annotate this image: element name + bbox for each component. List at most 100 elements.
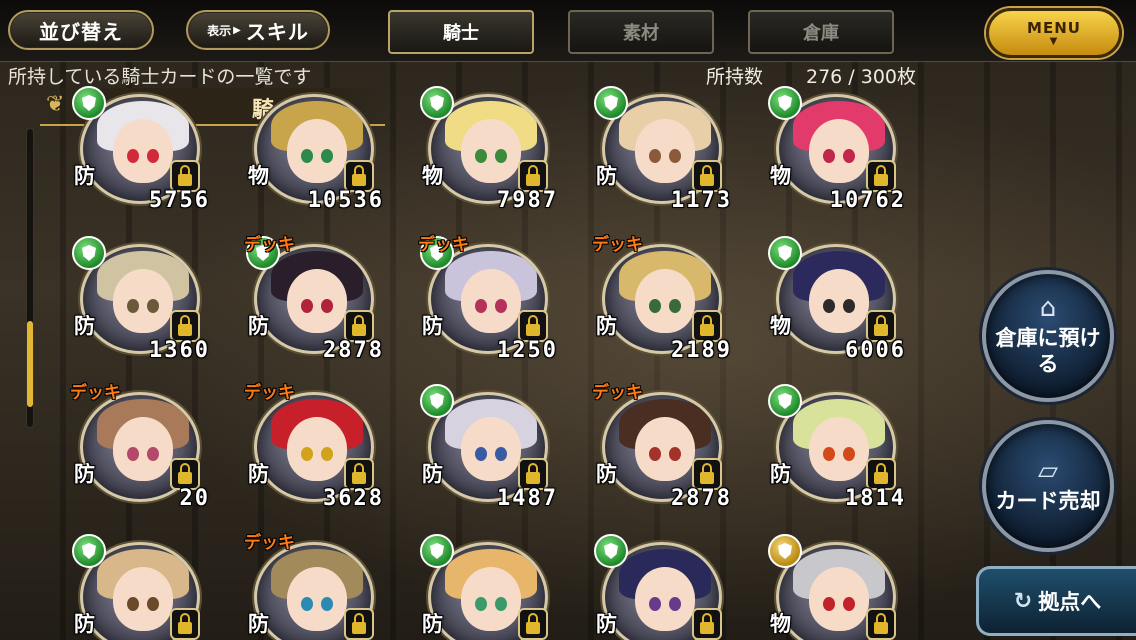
display-value: スキル (245, 19, 309, 44)
lock-icon[interactable] (866, 608, 896, 640)
knight-card[interactable]: 防 2878 デッキ (244, 234, 394, 374)
portrait-eye (649, 447, 661, 461)
card-power-value: 10536 (307, 188, 384, 213)
top-bar: 並び替え 表示 ▶ スキル 騎士 素材 倉庫 MENU ▼ (0, 0, 1136, 62)
portrait-eye (475, 149, 487, 163)
go-to-base-button[interactable]: ↻ 拠点へ (976, 566, 1136, 636)
portrait-eye (147, 299, 159, 313)
knight-card[interactable]: 防 1250 デッキ (418, 234, 568, 374)
card-type-label: 防 (74, 164, 95, 188)
deck-tag: デッキ (244, 235, 295, 255)
knight-card[interactable]: 防 2189 デッキ (592, 234, 742, 374)
shield-icon (420, 534, 454, 568)
shield-icon (420, 86, 454, 120)
portrait-eye (843, 149, 855, 163)
knight-card[interactable]: 防 2878 デッキ (592, 382, 742, 522)
sell-card-button[interactable]: ▱ カード売却 (982, 420, 1114, 552)
card-power-value: 6006 (845, 338, 906, 363)
portrait-eye (475, 299, 487, 313)
knight-card[interactable]: 物 (766, 532, 916, 640)
portrait-face (113, 567, 173, 631)
shield-icon (72, 86, 106, 120)
card-type-label: 防 (422, 612, 443, 636)
knight-card[interactable]: 物 10536 (244, 84, 394, 224)
card-power-value: 1250 (497, 338, 558, 363)
knight-card[interactable]: 防 (70, 532, 220, 640)
menu-button[interactable]: MENU ▼ (986, 8, 1122, 58)
shield-icon (594, 534, 628, 568)
card-power-value: 1814 (845, 486, 906, 511)
portrait-eye (843, 447, 855, 461)
portrait-face (287, 119, 347, 183)
knight-card[interactable]: 防 1487 (418, 382, 568, 522)
card-power-value: 2189 (671, 338, 732, 363)
portrait-eye (301, 149, 313, 163)
ornament-icon: ❦ (46, 92, 65, 117)
tab-storage[interactable]: 倉庫 (748, 10, 894, 54)
knight-card[interactable]: 物 10762 (766, 84, 916, 224)
deck-tag: デッキ (592, 383, 643, 403)
lock-icon[interactable] (344, 608, 374, 640)
house-icon: ⌂ (1039, 293, 1057, 323)
portrait-eye (669, 447, 681, 461)
portrait-eye (823, 447, 835, 461)
card-type-label: 物 (770, 164, 791, 188)
sort-button[interactable]: 並び替え (8, 10, 154, 50)
display-prefix: 表示 (207, 23, 232, 38)
portrait-face (461, 417, 521, 481)
portrait-face (809, 119, 869, 183)
portrait-eye (669, 299, 681, 313)
card-type-label: 防 (596, 314, 617, 338)
card-type-label: 物 (770, 612, 791, 636)
lock-icon[interactable] (170, 608, 200, 640)
scrollbar[interactable] (26, 128, 34, 428)
knight-card[interactable]: 防 20 デッキ (70, 382, 220, 522)
tab-knight[interactable]: 騎士 (388, 10, 534, 54)
knight-card[interactable]: 防 1814 (766, 382, 916, 522)
portrait-eye (321, 299, 333, 313)
knight-card[interactable]: 防 5756 (70, 84, 220, 224)
sell-button-label: カード売却 (995, 489, 1101, 513)
knight-card[interactable]: 防 デッキ (244, 532, 394, 640)
card-type-label: 防 (596, 462, 617, 486)
portrait-eye (649, 299, 661, 313)
store-in-warehouse-button[interactable]: ⌂ 倉庫に預ける (982, 270, 1114, 402)
card-type-label: 防 (248, 612, 269, 636)
portrait-eye (669, 149, 681, 163)
portrait-face (809, 269, 869, 333)
knight-card[interactable]: 物 6006 (766, 234, 916, 374)
knight-card[interactable]: 防 1360 (70, 234, 220, 374)
deck-tag: デッキ (418, 235, 469, 255)
card-type-label: 物 (770, 314, 791, 338)
card-power-value: 10762 (829, 188, 906, 213)
card-power-value: 7987 (497, 188, 558, 213)
portrait-eye (649, 149, 661, 163)
knight-card[interactable]: 防 3628 デッキ (244, 382, 394, 522)
lock-icon[interactable] (518, 608, 548, 640)
deck-tag: デッキ (244, 383, 295, 403)
card-type-label: 物 (422, 164, 443, 188)
shield-icon (594, 86, 628, 120)
scroll-thumb[interactable] (27, 321, 33, 407)
shield-icon (72, 236, 106, 270)
portrait-face (461, 269, 521, 333)
portrait-eye (649, 597, 661, 611)
tab-material-label: 素材 (623, 23, 659, 44)
shield-icon (768, 384, 802, 418)
shield-icon (768, 534, 802, 568)
knight-card[interactable]: 防 (592, 532, 742, 640)
base-button-label: 拠点へ (1038, 590, 1102, 614)
shield-icon (420, 384, 454, 418)
deck-tag: デッキ (244, 533, 295, 553)
knight-card[interactable]: 防 (418, 532, 568, 640)
tab-material[interactable]: 素材 (568, 10, 714, 54)
knight-card[interactable]: 防 1173 (592, 84, 742, 224)
display-toggle-button[interactable]: 表示 ▶ スキル (186, 10, 330, 50)
card-type-label: 物 (248, 164, 269, 188)
portrait-eye (301, 447, 313, 461)
card-power-value: 3628 (323, 486, 384, 511)
portrait-eye (321, 447, 333, 461)
knight-card[interactable]: 物 7987 (418, 84, 568, 224)
card-type-label: 防 (422, 462, 443, 486)
lock-icon[interactable] (692, 608, 722, 640)
